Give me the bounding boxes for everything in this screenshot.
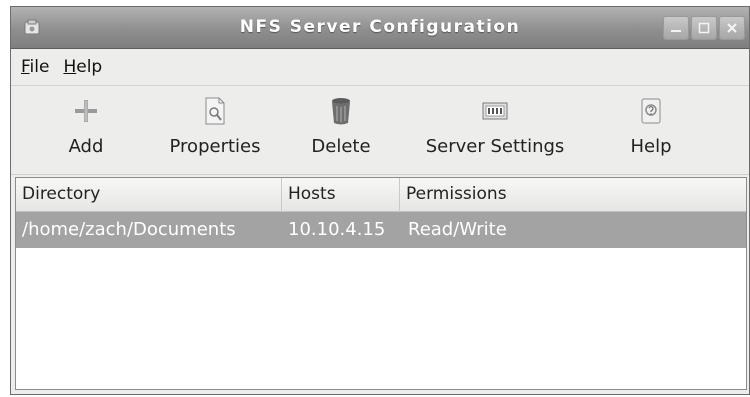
minimize-icon — [671, 30, 681, 32]
help-label: Help — [630, 136, 672, 157]
menu-file[interactable]: File — [21, 57, 49, 77]
menu-bar: File Help — [11, 49, 749, 85]
delete-button[interactable]: Delete — [299, 86, 383, 174]
close-button[interactable] — [719, 16, 745, 40]
delete-label: Delete — [311, 136, 371, 157]
add-label: Add — [68, 136, 104, 157]
plus-icon — [71, 96, 101, 126]
maximize-button[interactable] — [691, 16, 717, 40]
menu-help[interactable]: Help — [63, 57, 102, 77]
column-header-directory[interactable]: Directory — [16, 178, 282, 212]
column-header-hosts[interactable]: Hosts — [282, 178, 400, 212]
maximize-icon — [698, 22, 710, 34]
server-settings-button[interactable]: Server Settings — [409, 86, 581, 174]
window-title: NFS Server Configuration — [239, 17, 521, 37]
add-button[interactable]: Add — [53, 86, 119, 174]
close-icon — [727, 23, 737, 33]
properties-label: Properties — [169, 136, 261, 157]
table-row[interactable]: /home/zach/Documents 10.10.4.15 Read/Wri… — [16, 212, 746, 248]
help-button[interactable]: Help — [617, 86, 685, 174]
minimize-button[interactable] — [663, 16, 689, 40]
list-header: Directory Hosts Permissions — [16, 178, 746, 212]
cell-permissions: Read/Write — [408, 219, 507, 240]
exports-list[interactable]: Directory Hosts Permissions /home/zach/D… — [15, 177, 747, 390]
nfs-window: NFS Server Configuration File Help Add P… — [10, 6, 750, 395]
column-header-permissions[interactable]: Permissions — [400, 178, 749, 212]
cell-hosts: 10.10.4.15 — [288, 219, 386, 240]
help-icon — [636, 96, 666, 126]
toolbar: Add Properties Delete Server Settings He… — [11, 85, 749, 175]
properties-button[interactable]: Properties — [155, 86, 275, 174]
properties-icon — [200, 96, 230, 126]
title-bar[interactable]: NFS Server Configuration — [11, 7, 749, 49]
window-controls — [663, 16, 745, 40]
trash-icon — [326, 96, 356, 126]
server-settings-label: Server Settings — [425, 136, 565, 157]
server-settings-icon — [480, 96, 510, 126]
cell-directory: /home/zach/Documents — [22, 219, 236, 240]
